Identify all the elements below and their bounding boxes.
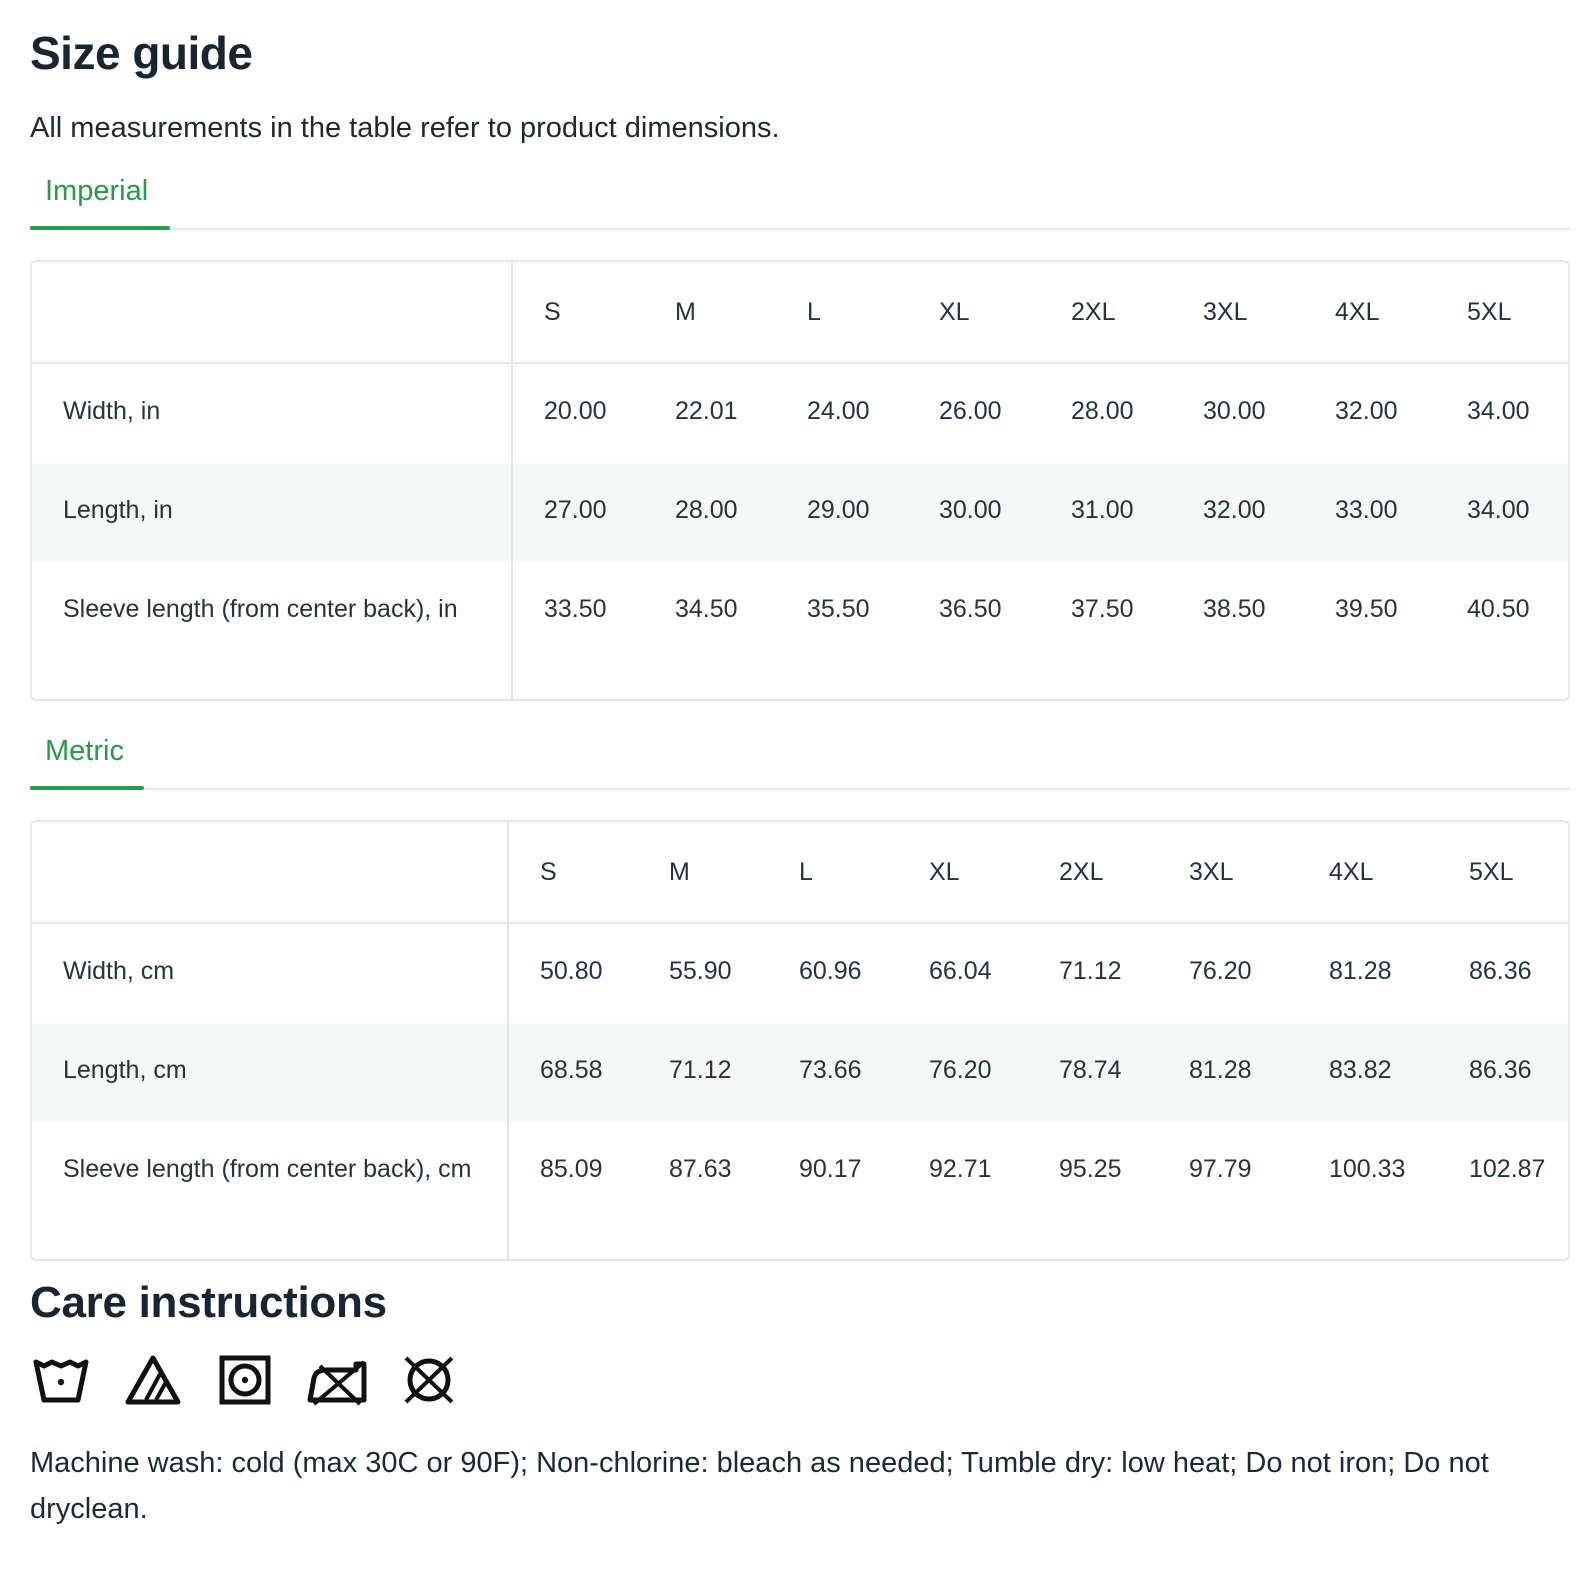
care-icons xyxy=(30,1352,490,1412)
table-cell: 35.50 xyxy=(807,595,870,623)
table-cell: 26.00 xyxy=(939,397,1002,425)
table-header-row: S M L XL 2XL 3XL 4XL 5XL xyxy=(32,822,1568,924)
row-label: Sleeve length (from center back), cm xyxy=(32,1122,509,1259)
table-cell: 76.20 xyxy=(898,1023,1028,1122)
table-cell: 24.00 xyxy=(807,397,870,425)
imperial-size-table: S M L XL 2XL 3XL 4XL 5XL Width, in 20.00 22.01 24.… xyxy=(30,260,1570,701)
table-cell: 30.00 xyxy=(1203,397,1266,425)
table-cell: 85.09 xyxy=(540,1155,603,1183)
size-header-cell: S xyxy=(508,822,638,924)
size-header-cell: 5XL xyxy=(1438,822,1568,924)
row-label: Width, cm xyxy=(32,923,509,1023)
size-header-cell: 5XL xyxy=(1436,262,1568,364)
table-cell: 95.25 xyxy=(1059,1155,1122,1183)
table-cell: 30.00 xyxy=(908,463,1040,562)
table-cell: 34.00 xyxy=(1436,463,1568,562)
size-header-cell: L xyxy=(768,822,898,924)
table-cell: 73.66 xyxy=(768,1023,898,1122)
table-cell: 97.79 xyxy=(1189,1155,1252,1183)
header-blank-cell xyxy=(32,262,513,364)
table-row: Length, cm 68.58 71.12 73.66 76.20 78.74 81.28… xyxy=(32,1023,1568,1122)
table-row: Width, in 20.00 22.01 24.00 26.00 28.00 30.00 3… xyxy=(32,363,1568,463)
size-header-cell: 3XL xyxy=(1158,822,1298,924)
table-cell: 33.50 xyxy=(544,595,607,623)
table-cell: 76.20 xyxy=(1189,957,1252,985)
table-cell: 92.71 xyxy=(929,1155,992,1183)
metric-size-table: S M L XL 2XL 3XL 4XL 5XL Width, cm 50.80 55.90 60.… xyxy=(30,820,1570,1261)
table-row: Length, in 27.00 28.00 29.00 30.00 31.00 32.00… xyxy=(32,463,1568,562)
table-cell: 90.17 xyxy=(799,1155,862,1183)
care-instructions-text: Machine wash: cold (max 30C or 90F); Non… xyxy=(30,1447,1489,1525)
table-row: Sleeve length (from center back), in 33.5… xyxy=(32,562,1568,699)
imperial-tabbar: Imperial xyxy=(30,164,1570,230)
row-label: Sleeve length (from center back), in xyxy=(32,562,513,699)
table-cell: 86.36 xyxy=(1469,957,1532,985)
table-cell: 100.33 xyxy=(1329,1155,1406,1183)
size-header-cell: 2XL xyxy=(1028,822,1158,924)
table-cell: 27.00 xyxy=(512,463,644,562)
table-row: Sleeve length (from center back), cm 85.0… xyxy=(32,1122,1568,1259)
table-cell: 78.74 xyxy=(1028,1023,1158,1122)
table-cell: 81.28 xyxy=(1158,1023,1298,1122)
size-header-cell: 4XL xyxy=(1298,822,1438,924)
table-cell: 60.96 xyxy=(799,957,862,985)
care-instructions-title: Care instructions xyxy=(30,1278,387,1327)
table-cell: 38.50 xyxy=(1203,595,1266,623)
table-cell: 39.50 xyxy=(1335,595,1398,623)
table-header-row: S M L XL 2XL 3XL 4XL 5XL xyxy=(32,262,1568,364)
tab-metric[interactable]: Metric xyxy=(30,724,144,790)
table-cell: 83.82 xyxy=(1298,1023,1438,1122)
table-cell: 66.04 xyxy=(929,957,992,985)
table-cell: 34.50 xyxy=(675,595,738,623)
table-cell: 32.00 xyxy=(1172,463,1304,562)
header-blank-cell xyxy=(32,822,509,924)
table-cell: 32.00 xyxy=(1335,397,1398,425)
table-cell: 40.50 xyxy=(1467,595,1530,623)
size-header-cell: XL xyxy=(908,262,1040,364)
table-cell: 102.87 xyxy=(1469,1155,1546,1183)
table-cell: 31.00 xyxy=(1040,463,1172,562)
table-cell: 34.00 xyxy=(1467,397,1530,425)
page-subtitle: All measurements in the table refer to p… xyxy=(30,112,780,144)
table-cell: 33.00 xyxy=(1304,463,1436,562)
table-cell: 29.00 xyxy=(776,463,908,562)
size-header-cell: L xyxy=(776,262,908,364)
machine-wash-cold-icon xyxy=(33,1359,89,1403)
size-header-cell: 4XL xyxy=(1304,262,1436,364)
table-cell: 28.00 xyxy=(1071,397,1134,425)
table-cell: 71.12 xyxy=(638,1023,768,1122)
size-header-cell: XL xyxy=(898,822,1028,924)
table-cell: 28.00 xyxy=(644,463,776,562)
table-cell: 71.12 xyxy=(1059,957,1122,985)
row-label: Width, in xyxy=(32,363,513,463)
tab-imperial[interactable]: Imperial xyxy=(30,164,170,230)
tumble-dry-low-icon xyxy=(219,1355,271,1405)
page-title: Size guide xyxy=(30,27,253,79)
table-cell: 81.28 xyxy=(1329,957,1392,985)
do-not-dryclean-icon xyxy=(404,1356,454,1404)
table-cell: 86.36 xyxy=(1438,1023,1568,1122)
size-header-cell: S xyxy=(512,262,644,364)
size-header-cell: M xyxy=(638,822,768,924)
table-row: Width, cm 50.80 55.90 60.96 66.04 71.12 76.20 8… xyxy=(32,923,1568,1023)
non-chlorine-bleach-icon xyxy=(125,1355,181,1405)
size-header-cell: 2XL xyxy=(1040,262,1172,364)
table-cell: 36.50 xyxy=(939,595,1002,623)
table-cell: 87.63 xyxy=(669,1155,732,1183)
size-header-cell: 3XL xyxy=(1172,262,1304,364)
metric-tabbar: Metric xyxy=(30,724,1570,790)
row-label: Length, cm xyxy=(32,1023,509,1122)
table-cell: 55.90 xyxy=(669,957,732,985)
table-cell: 20.00 xyxy=(544,397,607,425)
size-header-cell: M xyxy=(644,262,776,364)
table-cell: 22.01 xyxy=(675,397,738,425)
row-label: Length, in xyxy=(32,463,513,562)
table-cell: 37.50 xyxy=(1071,595,1134,623)
table-cell: 50.80 xyxy=(540,957,603,985)
do-not-iron-icon xyxy=(307,1360,367,1406)
table-cell: 68.58 xyxy=(508,1023,638,1122)
